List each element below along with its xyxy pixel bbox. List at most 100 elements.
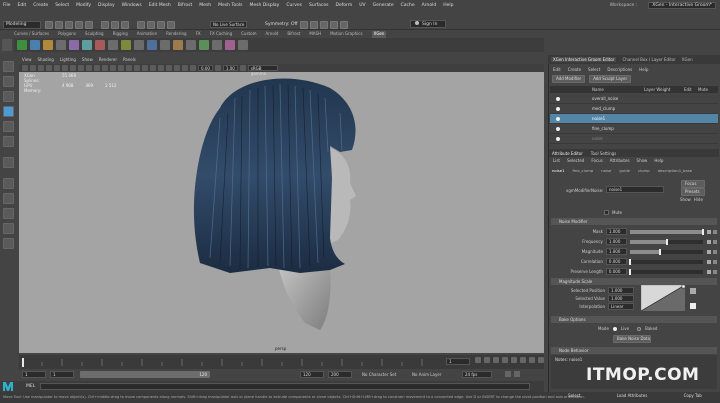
menu-surfaces[interactable]: Surfaces bbox=[309, 3, 329, 8]
vp-menu-lighting[interactable]: Lighting bbox=[60, 57, 76, 64]
cut-icon[interactable] bbox=[95, 40, 105, 50]
visibility-icon[interactable] bbox=[556, 96, 560, 101]
wireframe-icon[interactable] bbox=[102, 65, 108, 71]
slider-handle[interactable] bbox=[665, 238, 668, 245]
bookmark-icon[interactable] bbox=[30, 65, 36, 71]
field-chart-icon[interactable] bbox=[78, 65, 84, 71]
vp-menu-panels[interactable]: Panels bbox=[123, 57, 136, 64]
layer-row[interactable]: overall_noise bbox=[550, 94, 718, 104]
hide-button[interactable]: Hide bbox=[694, 197, 703, 202]
add-sculpt-layer-button[interactable]: Add Sculpt Layer bbox=[589, 75, 632, 83]
workspace-dropdown[interactable]: XGen - Interactive Groom* bbox=[648, 1, 716, 9]
shelf-tab-mash[interactable]: MASH bbox=[309, 31, 321, 38]
length-brush-icon[interactable] bbox=[173, 40, 183, 50]
node-tab-fine-clump[interactable]: fine_clump bbox=[573, 168, 594, 173]
select-button[interactable]: Select bbox=[568, 393, 580, 403]
undo-icon[interactable] bbox=[75, 21, 83, 29]
paint-select-icon[interactable] bbox=[3, 91, 14, 102]
slider-handle[interactable] bbox=[629, 258, 632, 265]
groom-menu-descriptions[interactable]: Descriptions bbox=[607, 67, 632, 72]
expression-icon[interactable] bbox=[713, 269, 717, 274]
select-object-icon[interactable] bbox=[111, 21, 119, 29]
node-tab-clump[interactable]: clump bbox=[638, 168, 650, 173]
smooth-shade-icon[interactable] bbox=[110, 65, 116, 71]
mel-label[interactable]: MEL bbox=[26, 384, 35, 389]
step-back-frame-icon[interactable] bbox=[493, 357, 499, 363]
param-value[interactable]: 1.000 bbox=[605, 248, 628, 255]
single-view-icon[interactable] bbox=[3, 178, 14, 189]
range-start-field[interactable]: 1 bbox=[50, 371, 74, 378]
move-tool-icon[interactable] bbox=[3, 106, 14, 117]
attr-menu-help[interactable]: Help bbox=[654, 158, 663, 163]
layer-row[interactable]: fine_clump bbox=[550, 124, 718, 134]
menu-help[interactable]: Help bbox=[443, 3, 453, 8]
ipr-render-icon[interactable] bbox=[310, 21, 318, 29]
param-slider[interactable] bbox=[630, 238, 704, 245]
create-description-icon[interactable] bbox=[30, 40, 40, 50]
noise-modifier-section[interactable]: Noise Modifier bbox=[551, 218, 717, 225]
node-tab-noise1[interactable]: noise1 bbox=[552, 168, 565, 173]
load-attributes-button[interactable]: Load Attributes bbox=[617, 393, 648, 403]
map-icon[interactable] bbox=[707, 229, 712, 234]
four-view-icon[interactable] bbox=[3, 193, 14, 204]
menu-set-dropdown[interactable]: Modeling bbox=[3, 21, 41, 29]
param-slider[interactable] bbox=[630, 248, 704, 255]
grab-brush-icon[interactable] bbox=[134, 40, 144, 50]
antialiasing-icon[interactable] bbox=[158, 65, 164, 71]
width-brush-icon[interactable] bbox=[160, 40, 170, 50]
attr-menu-show[interactable]: Show bbox=[637, 158, 648, 163]
persp-outliner-icon[interactable] bbox=[3, 208, 14, 219]
menu-mesh-tools[interactable]: Mesh Tools bbox=[218, 3, 242, 8]
shelf-tab-motion-graphics[interactable]: Motion Graphics bbox=[330, 31, 363, 38]
grid-icon[interactable] bbox=[46, 65, 52, 71]
param-value[interactable]: 0.000 bbox=[605, 258, 628, 265]
visibility-icon[interactable] bbox=[556, 116, 560, 121]
freeze-brush-icon[interactable] bbox=[199, 40, 209, 50]
symmetry-dropdown[interactable]: Symmetry: Off bbox=[265, 22, 298, 27]
menu-windows[interactable]: Windows bbox=[122, 3, 142, 8]
hypershade-icon[interactable] bbox=[330, 21, 338, 29]
step-forward-key-icon[interactable] bbox=[529, 357, 535, 363]
radio-baked[interactable] bbox=[637, 326, 642, 331]
node-name-field[interactable]: noise1 bbox=[606, 186, 664, 193]
sign-in-button[interactable]: Sign In bbox=[410, 20, 446, 28]
hair-model[interactable] bbox=[180, 68, 380, 333]
part-brush-icon[interactable] bbox=[186, 40, 196, 50]
attr-menu-attributes[interactable]: Attributes bbox=[610, 158, 630, 163]
density-brush-icon[interactable] bbox=[108, 40, 118, 50]
redo-icon[interactable] bbox=[85, 21, 93, 29]
render-settings-icon[interactable] bbox=[320, 21, 328, 29]
shelf-tab-custom[interactable]: Custom bbox=[241, 31, 256, 38]
outliner-layout-icon[interactable] bbox=[3, 238, 14, 249]
layer-row[interactable]: med_clump bbox=[550, 104, 718, 114]
mute-checkbox[interactable] bbox=[604, 210, 609, 215]
menu-curves[interactable]: Curves bbox=[286, 3, 302, 8]
new-scene-icon[interactable] bbox=[45, 21, 53, 29]
preview-icon[interactable] bbox=[238, 40, 248, 50]
param-slider[interactable] bbox=[630, 228, 705, 235]
ramp-point-icon[interactable] bbox=[690, 303, 696, 309]
menu-deform[interactable]: Deform bbox=[335, 3, 352, 8]
smooth-brush-icon[interactable] bbox=[147, 40, 157, 50]
last-tool-icon[interactable] bbox=[3, 157, 14, 168]
shelf-tab-arnold[interactable]: Arnold bbox=[265, 31, 278, 38]
scale-tool-icon[interactable] bbox=[3, 136, 14, 147]
attr-menu-list[interactable]: List bbox=[553, 158, 560, 163]
groom-menu-edit[interactable]: Edit bbox=[553, 67, 561, 72]
param-slider[interactable] bbox=[629, 258, 704, 265]
camera-attr-icon[interactable] bbox=[22, 65, 28, 71]
vp-menu-show[interactable]: Show bbox=[82, 57, 93, 64]
go-to-start-icon[interactable] bbox=[475, 357, 481, 363]
attr-menu-selected[interactable]: Selected bbox=[567, 158, 584, 163]
safe-action-icon[interactable] bbox=[86, 65, 92, 71]
presets-button[interactable]: Presets bbox=[681, 188, 705, 196]
snap-grid-icon[interactable] bbox=[137, 21, 145, 29]
bake-options-section[interactable]: Bake Options bbox=[551, 316, 717, 323]
attr-menu-focus[interactable]: Focus bbox=[591, 158, 602, 163]
radio-live[interactable] bbox=[612, 326, 617, 331]
mel-input[interactable] bbox=[40, 383, 530, 390]
live-surface-field[interactable]: No Live Surface bbox=[210, 21, 248, 28]
map-icon[interactable] bbox=[707, 269, 712, 274]
node-tab-guide[interactable]: guide bbox=[619, 168, 630, 173]
visibility-icon[interactable] bbox=[556, 106, 560, 111]
